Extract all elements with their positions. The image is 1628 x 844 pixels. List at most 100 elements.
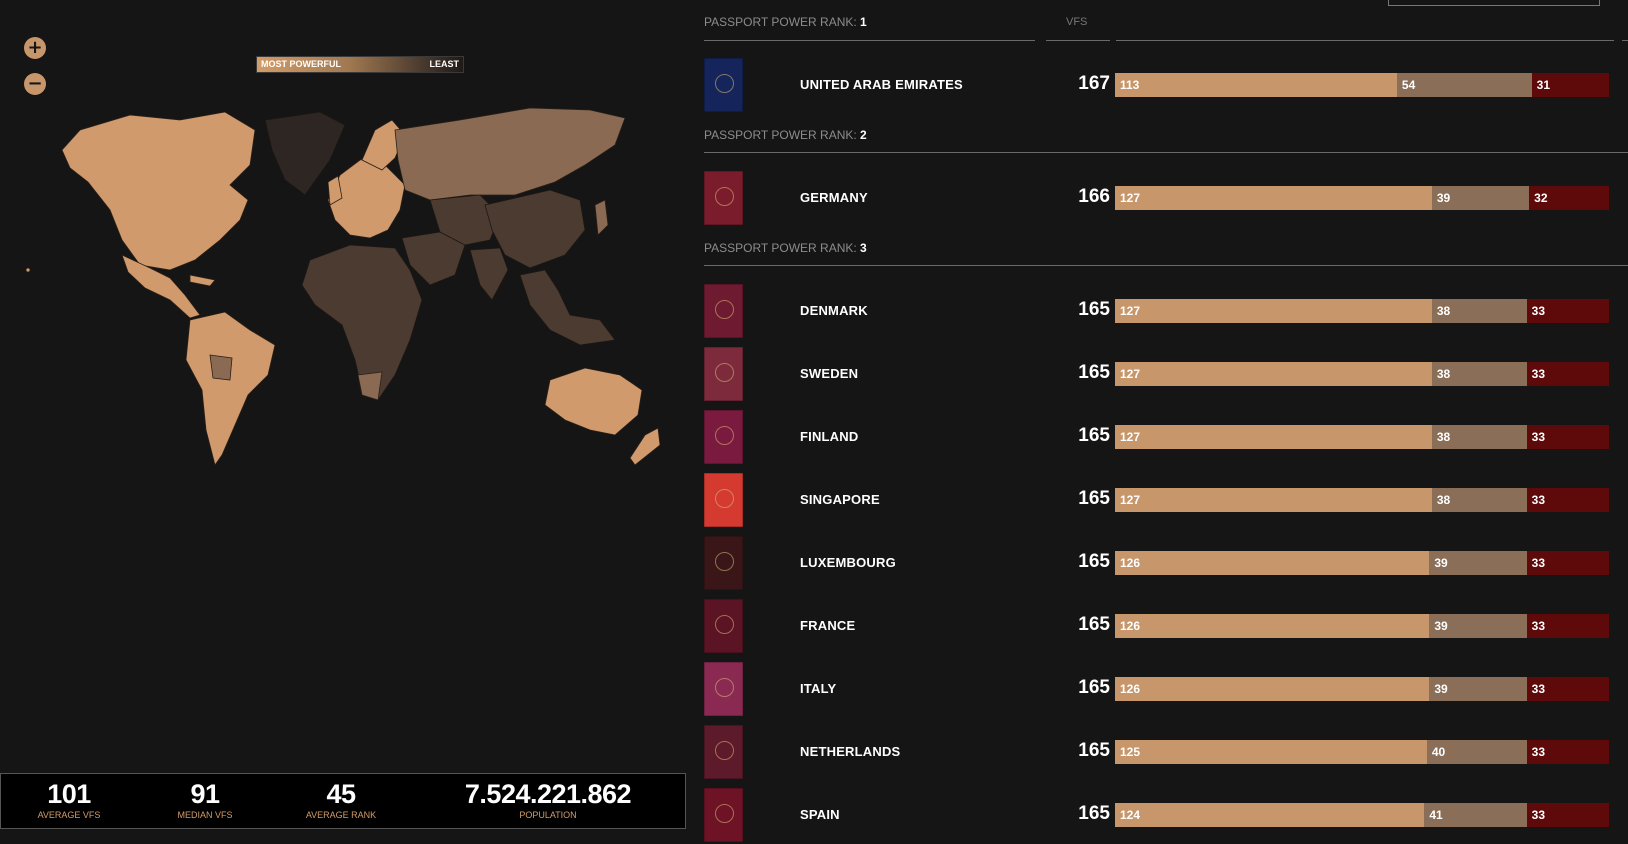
- country-row[interactable]: FINLAND 165 127 38 33: [704, 410, 1628, 466]
- country-name[interactable]: UNITED ARAB EMIRATES: [800, 76, 963, 94]
- country-name[interactable]: LUXEMBOURG: [800, 554, 896, 572]
- stat-label: AVERAGE VFS: [37, 810, 101, 820]
- passport-cover-image: [704, 599, 743, 653]
- visa-free-segment: 127: [1115, 299, 1432, 323]
- visa-on-arrival-segment: 41: [1424, 803, 1527, 827]
- rank-number: 3: [860, 241, 867, 255]
- passport-cover-image: [704, 473, 743, 527]
- south-africa-region[interactable]: [357, 371, 383, 401]
- visa-on-arrival-segment: 39: [1429, 614, 1527, 638]
- country-name[interactable]: FRANCE: [800, 617, 855, 635]
- stat-label: MEDIAN VFS: [177, 810, 233, 820]
- visa-breakdown-bar: 127 39 32: [1115, 186, 1609, 210]
- country-name[interactable]: SWEDEN: [800, 365, 858, 383]
- visa-free-segment: 127: [1115, 488, 1432, 512]
- rank-header: PASSPORT POWER RANK: 3: [704, 240, 867, 256]
- search-input[interactable]: [1388, 0, 1600, 6]
- visa-on-arrival-segment: 39: [1429, 677, 1527, 701]
- passport-cover-image: [704, 788, 743, 842]
- stat-average-rank: 45 AVERAGE RANK: [301, 778, 381, 821]
- world-map[interactable]: [10, 90, 690, 490]
- visa-free-segment: 125: [1115, 740, 1427, 764]
- new-zealand-region[interactable]: [629, 427, 661, 466]
- visa-free-segment: 126: [1115, 677, 1430, 701]
- vfs-score: 165: [1078, 677, 1110, 698]
- country-row[interactable]: SINGAPORE 165 127 38 33: [704, 473, 1628, 529]
- country-name[interactable]: SINGAPORE: [800, 491, 880, 509]
- visa-breakdown-bar: 127 38 33: [1115, 299, 1609, 323]
- southeast-asia-region[interactable]: [519, 269, 616, 346]
- vfs-score: 165: [1078, 362, 1110, 383]
- stat-average-vfs: 101 AVERAGE VFS: [29, 778, 109, 821]
- visa-required-segment: 33: [1526, 740, 1609, 764]
- passport-cover-image: [704, 410, 743, 464]
- russia-region[interactable]: [394, 107, 626, 201]
- island-region: [25, 267, 31, 273]
- passport-ranking-list: VFS PASSPORT POWER RANK: 1 UNITED ARAB EM…: [704, 0, 1628, 844]
- country-row[interactable]: SWEDEN 165 127 38 33: [704, 347, 1628, 403]
- passport-emblem-icon: [715, 74, 734, 93]
- country-name[interactable]: DENMARK: [800, 302, 868, 320]
- visa-free-segment: 113: [1115, 73, 1397, 97]
- visa-breakdown-bar: 127 38 33: [1115, 488, 1609, 512]
- divider: [704, 152, 1628, 153]
- country-row[interactable]: DENMARK 165 127 38 33: [704, 284, 1628, 340]
- visa-free-segment: 124: [1115, 803, 1425, 827]
- stat-label: AVERAGE RANK: [305, 810, 377, 820]
- visa-required-segment: 32: [1529, 186, 1609, 210]
- vfs-score: 165: [1078, 425, 1110, 446]
- visa-required-segment: 33: [1526, 803, 1609, 827]
- visa-required-segment: 33: [1526, 425, 1609, 449]
- visa-free-segment: 127: [1115, 186, 1432, 210]
- vfs-score: 165: [1078, 740, 1110, 761]
- rank-number: 2: [860, 128, 867, 142]
- north-america-region[interactable]: [61, 111, 256, 271]
- passport-emblem-icon: [715, 426, 734, 445]
- stat-median-vfs: 91 MEDIAN VFS: [165, 778, 245, 821]
- country-name[interactable]: GERMANY: [800, 189, 868, 207]
- japan-region[interactable]: [594, 199, 609, 236]
- caribbean-region[interactable]: [189, 274, 216, 287]
- visa-required-segment: 31: [1531, 73, 1609, 97]
- country-row[interactable]: UNITED ARAB EMIRATES 167 113 54 31: [704, 58, 1628, 114]
- visa-on-arrival-segment: 39: [1431, 186, 1530, 210]
- passport-cover-image: [704, 284, 743, 338]
- visa-required-segment: 33: [1526, 299, 1609, 323]
- passport-cover-image: [704, 536, 743, 590]
- stat-value: 91: [190, 779, 220, 809]
- country-name[interactable]: ITALY: [800, 680, 836, 698]
- visa-breakdown-bar: 124 41 33: [1115, 803, 1609, 827]
- passport-emblem-icon: [715, 741, 734, 760]
- country-row[interactable]: LUXEMBOURG 165 126 39 33: [704, 536, 1628, 592]
- country-name[interactable]: NETHERLANDS: [800, 743, 900, 761]
- visa-breakdown-bar: 126 39 33: [1115, 551, 1609, 575]
- country-row[interactable]: GERMANY 166 127 39 32: [704, 171, 1628, 227]
- country-row[interactable]: NETHERLANDS 165 125 40 33: [704, 725, 1628, 781]
- divider: [704, 40, 1035, 41]
- visa-on-arrival-segment: 38: [1431, 425, 1527, 449]
- passport-emblem-icon: [715, 363, 734, 382]
- stat-value: 45: [326, 779, 356, 809]
- stats-bar: 101 AVERAGE VFS 91 MEDIAN VFS 45 AVERAGE…: [0, 773, 686, 829]
- visa-breakdown-bar: 127 38 33: [1115, 425, 1609, 449]
- country-row[interactable]: ITALY 165 126 39 33: [704, 662, 1628, 718]
- bolivia-region[interactable]: [209, 354, 233, 381]
- visa-required-segment: 33: [1526, 614, 1609, 638]
- country-row[interactable]: SPAIN 165 124 41 33: [704, 788, 1628, 844]
- passport-emblem-icon: [715, 489, 734, 508]
- passport-emblem-icon: [715, 615, 734, 634]
- rank-label: PASSPORT POWER RANK:: [704, 128, 857, 142]
- country-name[interactable]: SPAIN: [800, 806, 840, 824]
- zoom-in-button[interactable]: +: [24, 37, 46, 59]
- stat-value: 101: [47, 779, 91, 809]
- visa-free-segment: 126: [1115, 614, 1430, 638]
- stat-label: POPULATION: [519, 810, 577, 820]
- visa-on-arrival-segment: 40: [1426, 740, 1527, 764]
- south-america-region[interactable]: [185, 311, 276, 466]
- country-row[interactable]: FRANCE 165 126 39 33: [704, 599, 1628, 655]
- legend-least-label: LEAST: [429, 59, 459, 69]
- visa-on-arrival-segment: 39: [1429, 551, 1527, 575]
- australia-region[interactable]: [544, 367, 643, 436]
- india-region[interactable]: [469, 247, 509, 301]
- country-name[interactable]: FINLAND: [800, 428, 858, 446]
